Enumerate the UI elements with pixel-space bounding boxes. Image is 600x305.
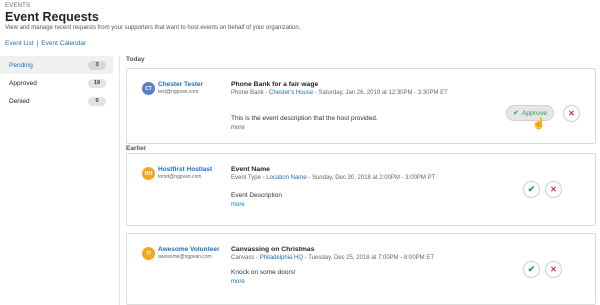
status-sidebar: Pending 3 Approved 19 Denied 0 — [0, 56, 113, 110]
requests-panel: Today CT Chester Tester test@ngpvan.com … — [119, 56, 600, 305]
approve-label: Approve — [521, 109, 548, 117]
avatar: HH — [142, 167, 155, 180]
sidebar-item-label: Approved — [9, 79, 37, 87]
check-icon: ✔ — [512, 110, 519, 117]
more-link[interactable]: more — [231, 125, 245, 131]
sidebar-item-denied[interactable]: Denied 0 — [0, 92, 113, 110]
event-meta: Event Type - Location Name - Sunday, Dec… — [231, 175, 435, 181]
host-email: awesome@ngpvan.com — [158, 254, 212, 260]
approve-button[interactable]: ✔ — [523, 181, 540, 198]
more-link[interactable]: more — [231, 202, 245, 208]
event-type: Canvass — [231, 255, 255, 261]
close-icon: ✕ — [550, 185, 557, 194]
meta-dash: - — [265, 90, 268, 96]
page-eyebrow: EVENTS — [5, 3, 31, 9]
section-label-today: Today — [126, 56, 145, 63]
event-name: Event Name — [231, 166, 270, 173]
event-nav: Event List | Event Calendar — [5, 40, 86, 47]
count-badge: 19 — [88, 78, 106, 88]
nav-separator: | — [36, 40, 39, 47]
meta-dash: - — [262, 175, 265, 181]
more-link[interactable]: more — [231, 279, 245, 285]
sidebar-item-label: Pending — [9, 61, 33, 69]
location-link[interactable]: Philadelphia HQ — [260, 255, 303, 261]
event-datetime: - Sunday, Dec 30, 2018 at 2:00PM - 3:00P… — [308, 175, 436, 181]
host-email: test@ngpvan.com — [158, 89, 199, 95]
location-link[interactable]: Location Name — [266, 175, 306, 181]
approve-button[interactable]: ✔ Approve — [506, 105, 554, 121]
deny-button[interactable]: ✕ — [563, 105, 580, 122]
approve-button[interactable]: ✔ — [523, 261, 540, 278]
request-card: HH Hostfirst Hostlast tomd@ngpvan.com Ev… — [126, 153, 596, 226]
sidebar-item-approved[interactable]: Approved 19 — [0, 74, 113, 92]
location-link[interactable]: Chester's House — [269, 90, 313, 96]
deny-button[interactable]: ✕ — [545, 261, 562, 278]
host-name-link[interactable]: Hostfirst Hostlast — [158, 166, 212, 173]
event-meta: Canvass - Philadelphia HQ - Tuesday, Dec… — [231, 255, 434, 261]
event-datetime: - Tuesday, Dec 25, 2018 at 7:00PM - 8:00… — [304, 255, 435, 261]
section-label-earlier: Earlier — [126, 145, 147, 152]
close-icon: ✕ — [550, 265, 557, 274]
host-name-link[interactable]: Chester Tester — [158, 81, 203, 88]
check-icon: ✔ — [527, 184, 536, 194]
avatar: TI — [142, 247, 155, 260]
count-badge: 0 — [88, 96, 106, 106]
event-datetime: - Saturday, Jan 26, 2019 at 12:30PM - 3:… — [314, 90, 448, 96]
hand-pointer-icon: ☝ — [532, 118, 546, 130]
sidebar-item-pending[interactable]: Pending 3 — [0, 56, 113, 74]
event-calendar-link[interactable]: Event Calendar — [41, 40, 86, 47]
sidebar-item-label: Denied — [9, 97, 30, 105]
event-type: Event Type — [231, 175, 261, 181]
close-icon: ✕ — [568, 109, 575, 118]
event-meta: Phone Bank - Chester's House - Saturday,… — [231, 90, 448, 96]
event-description: Event Description — [231, 192, 282, 199]
count-badge: 3 — [88, 60, 106, 70]
event-name: Canvassing on Christmas — [231, 246, 315, 253]
event-list-link[interactable]: Event List — [5, 40, 34, 47]
page-title: Event Requests — [5, 10, 99, 24]
check-icon: ✔ — [527, 264, 536, 274]
request-card: TI Awesome Volunteer awesome@ngpvan.com … — [126, 233, 596, 305]
page-description: View and manage recent requests from you… — [5, 25, 301, 31]
event-name: Phone Bank for a fair wage — [231, 81, 319, 88]
avatar: CT — [142, 82, 155, 95]
request-card: CT Chester Tester test@ngpvan.com Phone … — [126, 68, 596, 144]
meta-dash: - — [256, 255, 259, 261]
host-email: tomd@ngpvan.com — [158, 174, 202, 180]
host-name-link[interactable]: Awesome Volunteer — [158, 246, 220, 253]
event-type: Phone Bank — [231, 90, 264, 96]
event-description: This is the event description that the h… — [231, 115, 378, 122]
deny-button[interactable]: ✕ — [545, 181, 562, 198]
event-description: Knock on some doors! — [231, 269, 296, 276]
